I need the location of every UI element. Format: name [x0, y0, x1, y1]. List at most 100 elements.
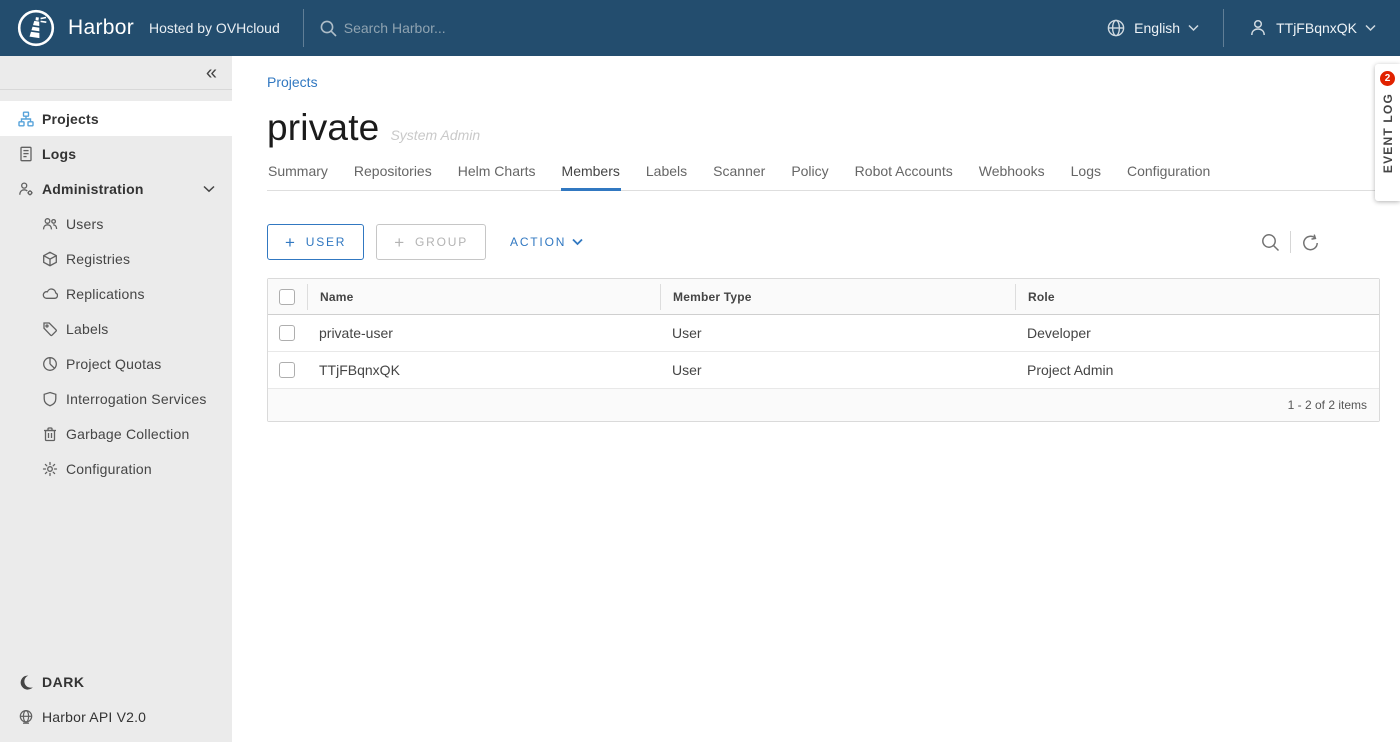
- sidebar-item-projects[interactable]: Projects: [0, 101, 232, 136]
- plus-icon: +: [285, 234, 297, 251]
- tab-logs[interactable]: Logs: [1070, 163, 1102, 191]
- harbor-api-link[interactable]: Harbor API V2.0: [0, 699, 232, 734]
- column-header-member-type[interactable]: Member Type: [660, 284, 1015, 310]
- chevron-down-icon: [1188, 24, 1199, 32]
- sidebar-item-label: Labels: [66, 321, 108, 337]
- harbor-logo-icon[interactable]: [17, 9, 55, 47]
- chevron-down-icon: [572, 238, 583, 246]
- page-title: private: [267, 107, 379, 149]
- theme-toggle-dark[interactable]: DARK: [0, 664, 232, 699]
- add-group-label: GROUP: [415, 235, 468, 249]
- select-all-checkbox[interactable]: [279, 289, 295, 305]
- user-icon: [1248, 18, 1268, 38]
- sidebar-collapse-row: «: [0, 56, 232, 90]
- tag-icon: [42, 321, 58, 337]
- sidebar-item-label: Logs: [42, 146, 76, 162]
- column-header-name[interactable]: Name: [307, 284, 660, 310]
- sidebar-item-replications[interactable]: Replications: [0, 276, 232, 311]
- sidebar-footer: DARK Harbor API V2.0: [0, 664, 232, 742]
- row-checkbox[interactable]: [279, 325, 295, 341]
- sidebar-item-configuration[interactable]: Configuration: [0, 451, 232, 486]
- member-role: Project Admin: [1015, 352, 1379, 388]
- tab-robot-accounts[interactable]: Robot Accounts: [854, 163, 954, 191]
- members-toolbar: + USER + GROUP ACTION: [267, 224, 1380, 260]
- sidebar-item-label: Interrogation Services: [66, 391, 207, 407]
- sidebar-item-garbage-collection[interactable]: Garbage Collection: [0, 416, 232, 451]
- global-search[interactable]: [319, 19, 644, 38]
- header-divider: [303, 9, 304, 47]
- tab-configuration[interactable]: Configuration: [1126, 163, 1211, 191]
- trash-icon: [42, 426, 58, 442]
- api-version-label: Harbor API V2.0: [42, 709, 146, 725]
- sidebar-item-label: Configuration: [66, 461, 152, 477]
- column-header-role[interactable]: Role: [1015, 284, 1379, 310]
- member-name: TTjFBqnxQK: [307, 352, 660, 388]
- sidebar-item-label: Project Quotas: [66, 356, 161, 372]
- tab-summary[interactable]: Summary: [267, 163, 329, 191]
- shield-icon: [42, 391, 58, 407]
- sidebar-item-label: Administration: [42, 181, 144, 197]
- add-group-button[interactable]: + GROUP: [376, 224, 486, 260]
- member-type: User: [660, 315, 1015, 351]
- title-row: private System Admin: [267, 107, 1380, 149]
- pie-quota-icon: [42, 356, 58, 372]
- logs-list-icon: [18, 146, 34, 162]
- sidebar-item-registries[interactable]: Registries: [0, 241, 232, 276]
- cloud-icon: [42, 286, 58, 302]
- brand-subtitle: Hosted by OVHcloud: [149, 20, 280, 36]
- api-globe-icon: [18, 709, 34, 725]
- sidebar: « Projects Logs: [0, 56, 232, 742]
- collapse-sidebar-icon[interactable]: «: [206, 63, 217, 83]
- app-header: Harbor Hosted by OVHcloud English: [0, 0, 1400, 56]
- header-checkbox-cell: [268, 279, 307, 314]
- sidebar-item-interrogation-services[interactable]: Interrogation Services: [0, 381, 232, 416]
- row-checkbox-cell: [268, 315, 307, 351]
- user-menu[interactable]: TTjFBqnxQK: [1224, 18, 1400, 38]
- action-label: ACTION: [510, 235, 566, 249]
- row-checkbox-cell: [268, 352, 307, 388]
- username-label: TTjFBqnxQK: [1276, 20, 1357, 36]
- add-user-label: USER: [306, 235, 347, 249]
- sidebar-item-administration[interactable]: Administration: [0, 171, 232, 206]
- tab-policy[interactable]: Policy: [790, 163, 829, 191]
- event-log-label: EVENT LOG: [1381, 93, 1395, 173]
- sidebar-nav: Projects Logs Ad: [0, 90, 232, 486]
- search-input[interactable]: [344, 20, 644, 36]
- chevron-down-icon: [1365, 24, 1376, 32]
- tab-scanner[interactable]: Scanner: [712, 163, 766, 191]
- sidebar-item-labels[interactable]: Labels: [0, 311, 232, 346]
- tab-webhooks[interactable]: Webhooks: [978, 163, 1046, 191]
- search-icon: [319, 19, 338, 38]
- table-row[interactable]: private-user User Developer: [268, 315, 1379, 352]
- add-user-button[interactable]: + USER: [267, 224, 364, 260]
- filter-search-icon[interactable]: [1251, 232, 1290, 253]
- cube-icon: [42, 251, 58, 267]
- member-role: Developer: [1015, 315, 1379, 351]
- sidebar-item-logs[interactable]: Logs: [0, 136, 232, 171]
- chevron-down-icon[interactable]: [203, 185, 215, 193]
- language-selector[interactable]: English: [1082, 18, 1223, 38]
- tab-repositories[interactable]: Repositories: [353, 163, 433, 191]
- grid-tools: [1251, 231, 1330, 253]
- action-dropdown[interactable]: ACTION: [510, 235, 583, 249]
- refresh-icon[interactable]: [1291, 232, 1330, 253]
- sidebar-item-project-quotas[interactable]: Project Quotas: [0, 346, 232, 381]
- table-row[interactable]: TTjFBqnxQK User Project Admin: [268, 352, 1379, 389]
- sidebar-item-users[interactable]: Users: [0, 206, 232, 241]
- member-type: User: [660, 352, 1015, 388]
- brand-title[interactable]: Harbor: [68, 16, 134, 40]
- table-footer: 1 - 2 of 2 items: [268, 389, 1379, 421]
- breadcrumb[interactable]: Projects: [267, 74, 318, 90]
- members-table: Name Member Type Role private-user User …: [267, 278, 1380, 422]
- tab-members[interactable]: Members: [561, 163, 621, 191]
- table-header-row: Name Member Type Role: [268, 279, 1379, 315]
- event-log-tab[interactable]: 2 EVENT LOG: [1375, 64, 1400, 201]
- admin-user-gear-icon: [18, 181, 34, 197]
- row-checkbox[interactable]: [279, 362, 295, 378]
- moon-icon: [18, 674, 34, 690]
- sidebar-item-label: Users: [66, 216, 104, 232]
- tab-labels[interactable]: Labels: [645, 163, 688, 191]
- title-role-badge: System Admin: [390, 127, 480, 143]
- users-group-icon: [42, 216, 58, 232]
- tab-helm-charts[interactable]: Helm Charts: [457, 163, 537, 191]
